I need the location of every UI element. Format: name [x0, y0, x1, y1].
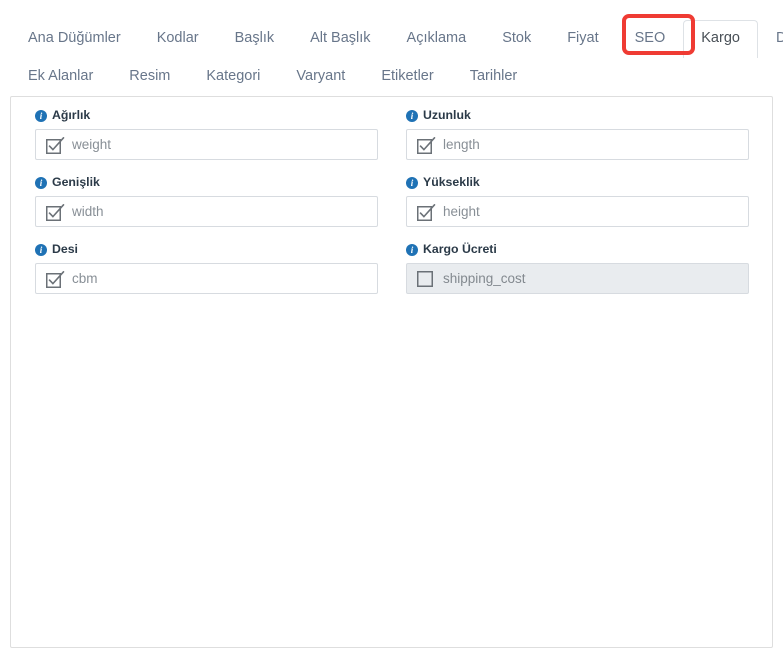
field-value-text: length [443, 136, 480, 152]
shipping-form: i Ağırlık weight i Genişlik width i Desi cbm i Uz… [11, 97, 774, 309]
field-label-yukseklik: i Yükseklik [406, 175, 749, 190]
field-value-text: cbm [72, 270, 98, 286]
field-input-kargo-ucreti: shipping_cost [406, 263, 749, 294]
tab-seo[interactable]: SEO [617, 20, 684, 58]
field-input-uzunluk[interactable]: length [406, 129, 749, 160]
field-group-kargo-ucreti: i Kargo Ücreti shipping_cost [406, 242, 749, 294]
form-row: i Ağırlık weight i Genişlik width i Desi cbm i Uz… [35, 108, 751, 309]
field-label-text: Yükseklik [423, 175, 480, 189]
tab-navigation: Ana Düğümler Kodlar Başlık Alt Başlık Açıkla… [0, 0, 783, 96]
product-edit-page: Ana Düğümler Kodlar Başlık Alt Başlık Açıkla… [0, 0, 783, 658]
checkbox-checked-icon[interactable] [46, 204, 65, 221]
tab-kategori[interactable]: Kategori [188, 58, 278, 96]
tab-di-er[interactable]: Diğer [758, 20, 783, 58]
info-icon[interactable]: i [35, 243, 47, 256]
field-label-desi: i Desi [35, 242, 378, 257]
field-value-text: shipping_cost [443, 270, 526, 286]
field-value-text: weight [72, 136, 112, 152]
tab-row-primary: Ana Düğümler Kodlar Başlık Alt Başlık Açıkla… [10, 0, 783, 58]
tab-ba-l-k[interactable]: Başlık [217, 20, 293, 58]
field-label-uzunluk: i Uzunluk [406, 108, 749, 123]
tab-varyant[interactable]: Varyant [278, 58, 363, 96]
tab-a-klama[interactable]: Açıklama [389, 20, 485, 58]
tab-row-secondary: Ek Alanlar Resim Kategori Varyant Etiketler T… [10, 58, 773, 96]
field-group-uzunluk: i Uzunluk length [406, 108, 749, 160]
field-input-genislik[interactable]: width [35, 196, 378, 227]
checkbox-checked-icon[interactable] [46, 271, 65, 288]
tab-tarihler[interactable]: Tarihler [452, 58, 536, 96]
field-group-genislik: i Genişlik width [35, 175, 378, 227]
field-group-agirlik: i Ağırlık weight [35, 108, 378, 160]
field-label-text: Uzunluk [423, 108, 471, 122]
info-icon[interactable]: i [35, 109, 47, 122]
info-icon[interactable]: i [406, 243, 418, 256]
field-input-desi[interactable]: cbm [35, 263, 378, 294]
field-label-text: Ağırlık [52, 108, 91, 122]
tab-kargo[interactable]: Kargo [683, 20, 758, 58]
info-icon[interactable]: i [406, 176, 418, 189]
field-input-agirlik[interactable]: weight [35, 129, 378, 160]
tab-alt-ba-l-k[interactable]: Alt Başlık [292, 20, 388, 58]
tab-resim[interactable]: Resim [111, 58, 188, 96]
field-label-agirlik: i Ağırlık [35, 108, 378, 123]
field-label-text: Desi [52, 242, 78, 256]
tab-kodlar[interactable]: Kodlar [139, 20, 217, 58]
tab-etiketler[interactable]: Etiketler [363, 58, 451, 96]
tab-fiyat[interactable]: Fiyat [549, 20, 616, 58]
field-label-genislik: i Genişlik [35, 175, 378, 190]
checkbox-checked-icon[interactable] [46, 137, 65, 154]
field-group-desi: i Desi cbm [35, 242, 378, 294]
field-value-text: height [443, 203, 480, 219]
field-group-yukseklik: i Yükseklik height [406, 175, 749, 227]
tab-ek-alanlar[interactable]: Ek Alanlar [10, 58, 111, 96]
field-label-kargo-ucreti: i Kargo Ücreti [406, 242, 749, 257]
field-value-text: width [72, 203, 104, 219]
form-column-right: i Uzunluk length i Yükseklik height i Kargo Ücr… [406, 108, 749, 309]
checkbox-checked-icon[interactable] [417, 204, 436, 221]
form-column-left: i Ağırlık weight i Genişlik width i Desi cbm [35, 108, 378, 309]
tab-stok[interactable]: Stok [484, 20, 549, 58]
field-input-yukseklik[interactable]: height [406, 196, 749, 227]
tab-ana-d-mler[interactable]: Ana Düğümler [10, 20, 139, 58]
checkbox-unchecked-icon [417, 271, 433, 287]
field-label-text: Kargo Ücreti [423, 242, 497, 256]
field-label-text: Genişlik [52, 175, 100, 189]
info-icon[interactable]: i [406, 109, 418, 122]
checkbox-checked-icon[interactable] [417, 137, 436, 154]
info-icon[interactable]: i [35, 176, 47, 189]
tab-panel-kargo: i Ağırlık weight i Genişlik width i Desi cbm i Uz… [10, 96, 773, 648]
